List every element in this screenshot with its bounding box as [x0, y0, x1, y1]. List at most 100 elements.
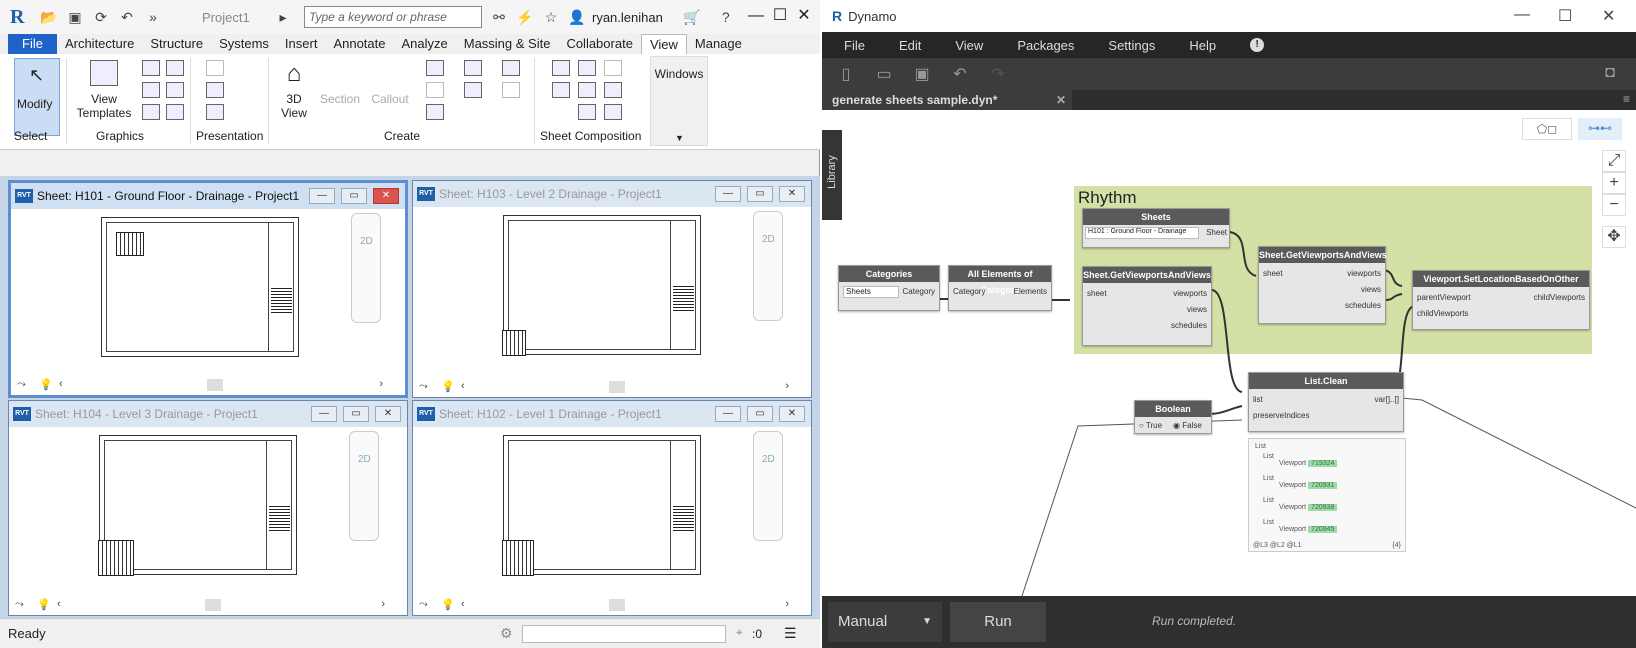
tab-insert[interactable]: Insert: [277, 34, 326, 54]
port-out-category[interactable]: Category: [903, 287, 935, 296]
open-file-icon[interactable]: ▭: [874, 64, 894, 84]
light-icon[interactable]: 💡: [39, 378, 53, 391]
tab-annotate[interactable]: Annotate: [325, 34, 393, 54]
modify-button[interactable]: ↖ Modify: [14, 58, 60, 136]
filter-list-icon[interactable]: ☰: [784, 625, 797, 642]
menu-file[interactable]: File: [844, 38, 865, 53]
navigation-bar[interactable]: 2D: [351, 213, 381, 323]
wire[interactable]: [1209, 405, 1243, 415]
minimize-icon[interactable]: —: [715, 186, 741, 202]
category-dropdown[interactable]: Sheets: [843, 286, 899, 298]
minimize-icon[interactable]: —: [715, 406, 741, 422]
node-sheets[interactable]: Sheets H101 : Ground Floor - Drainage Sh…: [1082, 208, 1230, 248]
menu-edit[interactable]: Edit: [899, 38, 921, 53]
port-in-childviewports[interactable]: childViewports: [1417, 309, 1468, 318]
search-input[interactable]: Type a keyword or phrase: [304, 6, 482, 28]
port-in-sheet[interactable]: sheet: [1087, 289, 1107, 298]
wire[interactable]: [1211, 289, 1243, 393]
notification-icon[interactable]: !: [1250, 38, 1265, 52]
port-out-views[interactable]: views: [1187, 305, 1207, 314]
menu-packages[interactable]: Packages: [1017, 38, 1074, 53]
matchline-icon[interactable]: [604, 82, 622, 98]
view-control-bar[interactable]: ⤳ 💡 ‹ ›: [9, 595, 407, 615]
close-tab-icon[interactable]: ✕: [1056, 90, 1066, 110]
user-name[interactable]: ryan.lenihan: [592, 10, 663, 25]
scroll-left-icon[interactable]: ‹: [461, 598, 465, 610]
viewport-thumbnail[interactable]: [116, 232, 144, 256]
save-icon[interactable]: ▣: [912, 64, 932, 84]
subscription-icon[interactable]: ⚡: [516, 8, 534, 26]
duplicate-view-icon[interactable]: [464, 60, 482, 76]
scroll-right-icon[interactable]: ›: [381, 598, 385, 610]
scale-icon[interactable]: ⤳: [15, 598, 24, 611]
drafting-view-icon[interactable]: [426, 104, 444, 120]
close-icon[interactable]: ✕: [779, 406, 805, 422]
port-in-parentviewport[interactable]: parentViewport: [1417, 293, 1471, 302]
maximize-icon[interactable]: ▭: [343, 406, 369, 422]
tab-structure[interactable]: Structure: [142, 34, 211, 54]
node-preview-bubble[interactable]: List List Viewport 719324 List Viewport …: [1248, 438, 1406, 552]
node-categories[interactable]: Categories Sheets Category: [838, 265, 940, 311]
scale-icon[interactable]: ⤳: [17, 378, 26, 391]
close-icon[interactable]: ✕: [373, 188, 399, 204]
close-icon[interactable]: ✕: [1602, 6, 1615, 26]
maximize-icon[interactable]: ▭: [747, 406, 773, 422]
port-out-schedules[interactable]: schedules: [1345, 301, 1381, 310]
menu-settings[interactable]: Settings: [1108, 38, 1155, 53]
scroll-right-icon[interactable]: ›: [379, 378, 383, 390]
minimize-icon[interactable]: —: [309, 188, 335, 204]
port-out-var[interactable]: var[]..[]: [1375, 395, 1399, 404]
tab-analyze[interactable]: Analyze: [393, 34, 455, 54]
panel-graphics[interactable]: Graphics: [96, 129, 144, 143]
wire[interactable]: [1229, 231, 1257, 277]
screenshot-icon[interactable]: ◘: [1600, 64, 1620, 84]
cart-icon[interactable]: 🛒: [683, 8, 701, 26]
navigation-bar[interactable]: 2D: [753, 431, 783, 541]
horizontal-scroll-thumb[interactable]: [609, 599, 625, 611]
scale-icon[interactable]: ⤳: [419, 380, 428, 393]
plan-views-icon[interactable]: [426, 60, 444, 76]
tab-massing-site[interactable]: Massing & Site: [456, 34, 559, 54]
node-all-elements-of-category[interactable]: All Elements of Category Category Elemen…: [948, 265, 1052, 311]
navigation-bar[interactable]: 2D: [349, 431, 379, 541]
port-out-childviewports[interactable]: childViewports: [1534, 293, 1585, 302]
view-control-bar[interactable]: ⤳ 💡 ‹ ›: [413, 377, 811, 397]
help-icon[interactable]: ?: [717, 8, 735, 26]
show-hidden-icon[interactable]: [166, 60, 184, 76]
menu-view[interactable]: View: [955, 38, 983, 53]
port-out-viewports[interactable]: viewports: [1347, 269, 1381, 278]
new-file-icon[interactable]: ▯: [836, 64, 856, 84]
run-mode-dropdown[interactable]: Manual ▼: [828, 602, 942, 642]
node-list-clean[interactable]: List.Clean list preserveIndices var[]..[…: [1248, 372, 1404, 432]
sheet-dropdown[interactable]: H101 : Ground Floor - Drainage: [1085, 227, 1199, 239]
design-options-dropdown[interactable]: [522, 625, 726, 643]
port-out-sheet[interactable]: Sheet: [1206, 228, 1227, 237]
more-icon[interactable]: »: [144, 8, 162, 26]
windows-button[interactable]: Windows ▼: [650, 56, 708, 146]
section-button[interactable]: Section: [318, 92, 362, 106]
light-icon[interactable]: 💡: [37, 598, 51, 611]
scope-box-icon[interactable]: [502, 82, 520, 98]
view-window-h101[interactable]: RVT Sheet: H101 - Ground Floor - Drainag…: [8, 180, 408, 398]
view-window-h103[interactable]: RVT Sheet: H103 - Level 2 Drainage - Pro…: [412, 180, 812, 398]
panel-presentation[interactable]: Presentation: [196, 129, 263, 143]
light-icon[interactable]: 💡: [441, 598, 455, 611]
navigation-bar[interactable]: 2D: [753, 211, 783, 321]
scroll-right-icon[interactable]: ›: [785, 380, 789, 392]
tab-view[interactable]: View: [640, 34, 687, 54]
node-sheet-getviewportsandviews-2[interactable]: Sheet.GetViewportsAndViews sheet viewpor…: [1258, 246, 1387, 324]
node-boolean[interactable]: Boolean ○ True ◉ False: [1134, 400, 1212, 434]
view-control-bar[interactable]: ⤳ 💡 ‹ ›: [413, 595, 811, 615]
elevation-icon[interactable]: [426, 82, 444, 98]
tab-file[interactable]: File: [8, 34, 57, 54]
minimize-icon[interactable]: —: [311, 406, 337, 422]
sheet-icon[interactable]: [552, 60, 570, 76]
port-in-category[interactable]: Category: [953, 287, 985, 296]
panel-select[interactable]: Select: [14, 129, 47, 143]
binoculars-icon[interactable]: ⚯: [490, 8, 508, 26]
port-in-preserveindices[interactable]: preserveIndices: [1253, 411, 1309, 420]
visibility-icon[interactable]: [142, 60, 160, 76]
guide-grid-icon[interactable]: [578, 82, 596, 98]
scroll-left-icon[interactable]: ‹: [461, 380, 465, 392]
cut-profile-icon[interactable]: [166, 82, 184, 98]
